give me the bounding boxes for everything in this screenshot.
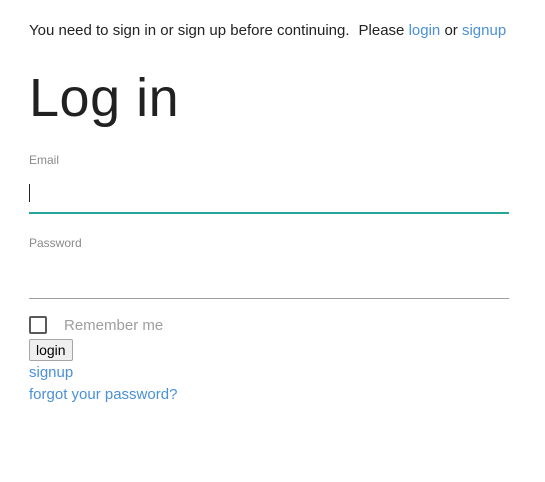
page-title: Log in: [29, 68, 180, 128]
notice-please: Please: [358, 22, 405, 39]
remember-me-label[interactable]: Remember me: [64, 317, 163, 335]
notice-or: or: [444, 22, 458, 39]
flash-notice: You need to sign in or sign up before co…: [29, 21, 506, 41]
text-cursor: [29, 184, 30, 202]
notice-login-link[interactable]: login: [409, 22, 441, 39]
login-button[interactable]: login: [29, 339, 73, 361]
signup-link[interactable]: signup: [29, 364, 73, 382]
password-label: Password: [29, 236, 82, 250]
forgot-password-link[interactable]: forgot your password?: [29, 386, 177, 404]
email-label: Email: [29, 153, 60, 167]
password-field[interactable]: [29, 267, 509, 299]
notice-message: You need to sign in or sign up before co…: [29, 22, 350, 39]
email-field[interactable]: [29, 182, 509, 214]
notice-signup-link[interactable]: signup: [462, 22, 506, 39]
remember-me-checkbox[interactable]: [29, 316, 47, 334]
